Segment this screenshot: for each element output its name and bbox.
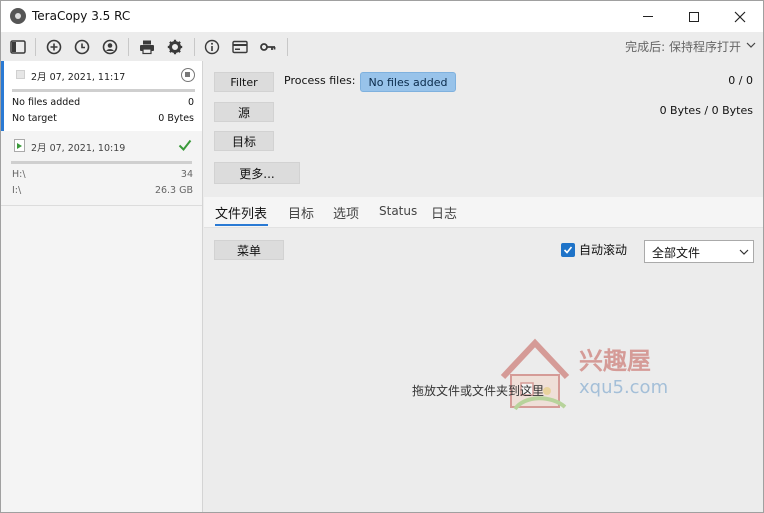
job-date: 2月 07, 2021, 10:19 xyxy=(31,143,126,154)
minimize-button[interactable] xyxy=(625,1,671,32)
checkmark-icon xyxy=(178,139,192,152)
title-bar[interactable]: TeraCopy 3.5 RC xyxy=(1,1,763,32)
panel-toggle-icon[interactable] xyxy=(9,38,27,56)
toolbar-separator xyxy=(35,38,36,56)
autoscroll-label[interactable]: 自动滚动 xyxy=(579,241,627,258)
job-file-count: 0 xyxy=(187,97,194,108)
window-title: TeraCopy 3.5 RC xyxy=(32,9,131,23)
chevron-down-icon xyxy=(739,249,749,255)
filter-button[interactable]: Filter xyxy=(214,72,274,92)
after-completion-dropdown[interactable]: 完成后: 保持程序打开 xyxy=(625,38,741,55)
key-icon[interactable] xyxy=(259,38,277,56)
job-progress-bar xyxy=(11,161,192,164)
job-history-panel: 2月 07, 2021, 11:17 No files added 0 No t… xyxy=(1,61,203,512)
active-tab-indicator xyxy=(215,224,268,226)
watermark-text-en: xqu5.com xyxy=(579,377,669,398)
menu-button[interactable]: 菜单 xyxy=(214,240,284,260)
no-files-badge: No files added xyxy=(360,72,456,92)
source-button[interactable]: 源 xyxy=(214,102,274,122)
close-button[interactable] xyxy=(717,1,763,32)
job-file-count: 34 xyxy=(180,169,193,180)
autoscroll-checkbox[interactable] xyxy=(561,243,575,257)
close-icon xyxy=(734,11,746,22)
toolbar-separator xyxy=(194,38,195,56)
view-filter-value: 全部文件 xyxy=(652,246,701,260)
teracopy-logo-icon xyxy=(10,8,26,24)
job-target-label: No target xyxy=(12,113,57,124)
chevron-down-icon[interactable] xyxy=(746,40,756,50)
add-icon[interactable] xyxy=(45,38,63,56)
check-mark-icon xyxy=(563,246,573,254)
history-icon[interactable] xyxy=(73,38,91,56)
tab-bar: 文件列表 目标 选项 Status 日志 xyxy=(204,197,763,228)
copy-file-icon xyxy=(14,139,25,152)
job-source-label: H:\ xyxy=(12,169,26,180)
more-button[interactable]: 更多... xyxy=(214,162,300,184)
settings-icon[interactable] xyxy=(166,38,184,56)
job-item-current[interactable]: 2月 07, 2021, 11:17 No files added 0 No t… xyxy=(1,61,202,131)
toolbar-separator xyxy=(128,38,129,56)
tab-log[interactable]: 日志 xyxy=(431,203,457,222)
house-icon xyxy=(500,338,570,411)
info-icon[interactable] xyxy=(203,38,221,56)
watermark-text-cn: 兴趣屋 xyxy=(579,347,651,375)
stop-icon[interactable] xyxy=(181,68,195,82)
empty-file-icon xyxy=(16,70,25,79)
favorites-icon[interactable] xyxy=(101,38,119,56)
watermark: 兴趣屋 xqu5.com xyxy=(495,333,675,413)
job-item-previous[interactable]: 2月 07, 2021, 10:19 H:\ 34 I:\ 26.3 GB xyxy=(1,131,202,206)
view-filter-select[interactable]: 全部文件 xyxy=(644,240,754,263)
job-size: 0 Bytes xyxy=(158,113,194,124)
card-icon[interactable] xyxy=(231,38,249,56)
toolbar-separator xyxy=(287,38,288,56)
job-source-label: No files added xyxy=(12,97,81,108)
tab-status[interactable]: Status xyxy=(379,204,417,218)
tab-options[interactable]: 选项 xyxy=(333,203,359,222)
bytes-progress: 0 Bytes / 0 Bytes xyxy=(659,104,753,117)
print-icon[interactable] xyxy=(138,38,156,56)
job-size: 26.3 GB xyxy=(154,185,193,196)
job-progress-bar xyxy=(12,89,195,92)
job-target-label: I:\ xyxy=(12,185,22,196)
tab-file-list[interactable]: 文件列表 xyxy=(215,203,267,222)
drop-hint: 拖放文件或文件夹到这里 xyxy=(412,384,545,398)
maximize-icon xyxy=(689,11,699,22)
target-button[interactable]: 目标 xyxy=(214,131,274,151)
job-date: 2月 07, 2021, 11:17 xyxy=(31,72,126,83)
maximize-button[interactable] xyxy=(671,1,717,32)
process-files-label: Process files: xyxy=(284,74,356,87)
tab-target[interactable]: 目标 xyxy=(288,203,314,222)
minimize-icon xyxy=(643,16,653,17)
file-count: 0 / 0 xyxy=(728,74,753,87)
toolbar: 完成后: 保持程序打开 xyxy=(1,32,763,61)
app-window: TeraCopy 3.5 RC 完成后: 保持程序打开 2月 07, 2021,… xyxy=(0,0,764,513)
